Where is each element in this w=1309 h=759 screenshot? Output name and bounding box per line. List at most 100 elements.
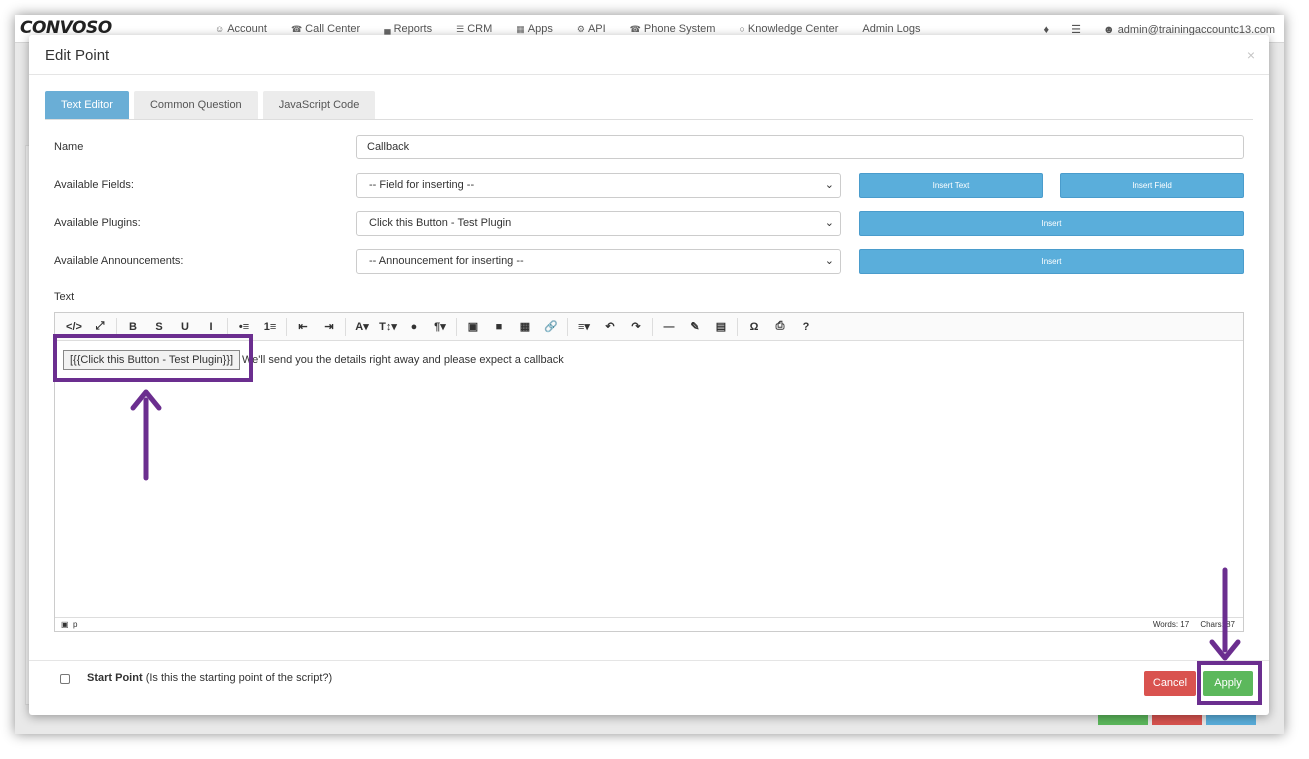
cancel-button[interactable]: Cancel [1144, 671, 1196, 696]
char-count: Chars: 87 [1200, 620, 1235, 629]
available-plugins-label: Available Plugins: [54, 217, 141, 229]
chevron-down-icon: ⌄ [824, 217, 834, 229]
available-fields-label: Available Fields: [54, 179, 134, 191]
insert-plugin-button[interactable]: Insert [859, 211, 1244, 236]
clear-format-icon[interactable]: ✎ [682, 320, 708, 333]
name-input[interactable]: Callback [356, 135, 1244, 159]
gear-icon: ⚙ [576, 23, 585, 34]
nav-item-apps[interactable]: ▦ Apps [516, 23, 553, 35]
table-icon[interactable]: ▦ [512, 320, 538, 333]
tab-common-question[interactable]: Common Question [133, 91, 258, 119]
toolbar-separator [286, 317, 287, 336]
start-point-checkbox[interactable] [60, 674, 70, 684]
apply-highlight-box [1197, 661, 1262, 705]
tab-text-editor[interactable]: Text Editor [45, 91, 129, 119]
status-path: ▣ p [61, 620, 78, 629]
nav-item-crm[interactable]: ☰ CRM [456, 23, 492, 35]
nav-label: Reports [393, 23, 433, 35]
plugins-select[interactable]: Click this Button - Test Plugin ⌄ [356, 211, 841, 236]
bullet-list-icon[interactable]: •≡ [231, 321, 257, 333]
user-icon: ☺ [215, 24, 225, 34]
fullscreen-icon[interactable]: ⤢ [87, 320, 113, 333]
bold-icon[interactable]: B [120, 321, 146, 333]
available-announcements-label: Available Announcements: [54, 255, 184, 267]
tab-javascript-code[interactable]: JavaScript Code [262, 91, 376, 119]
announcements-select[interactable]: -- Announcement for inserting -- ⌄ [356, 249, 841, 274]
indent-icon[interactable]: ⇥ [316, 320, 342, 333]
word-count: Words: 17 Chars: 87 [1152, 620, 1235, 629]
bar-chart-icon: ▄ [384, 24, 391, 34]
close-icon[interactable]: × [1247, 47, 1255, 63]
nav-label: API [587, 23, 606, 35]
grid-icon: ▦ [516, 23, 525, 34]
video-icon[interactable]: ■ [486, 321, 512, 333]
nav-item-admin-logs[interactable]: Admin Logs [862, 23, 920, 35]
announcements-select-value: -- Announcement for inserting -- [369, 255, 524, 267]
editor-content[interactable]: [{{Click this Button - Test Plugin}}] We… [55, 341, 1243, 617]
nav-label: Knowledge Center [747, 23, 839, 35]
font-color-icon[interactable]: A▾ [349, 320, 375, 333]
numbered-list-icon[interactable]: 1≡ [257, 321, 283, 333]
plugins-row: Available Plugins: Click this Button - T… [54, 211, 1244, 237]
modal-title: Edit Point [45, 47, 110, 64]
insert-announcement-button[interactable]: Insert [859, 249, 1244, 274]
editor-text: We'll send you the details right away an… [242, 354, 564, 366]
modal-footer: Start Point (Is this the starting point … [29, 660, 1269, 715]
nav-label: Account [227, 23, 267, 35]
lightbulb-icon: ○ [739, 24, 745, 34]
fields-row: Available Fields: -- Field for inserting… [54, 173, 1244, 199]
toolbar-separator [345, 317, 346, 336]
fields-select-value: -- Field for inserting -- [369, 179, 475, 191]
nav-item-reports[interactable]: ▄ Reports [384, 23, 432, 35]
special-char-icon[interactable]: Ω [741, 321, 767, 333]
tab-bar: Text Editor Common Question JavaScript C… [45, 91, 376, 119]
highlight-icon[interactable]: ● [401, 321, 427, 333]
nav-label: Apps [527, 23, 553, 35]
fields-select[interactable]: -- Field for inserting -- ⌄ [356, 173, 841, 198]
editor-statusbar: ▣ p Words: 17 Chars: 87 [55, 617, 1243, 631]
align-icon[interactable]: ≡▾ [571, 320, 597, 333]
horizontal-rule-icon[interactable]: — [656, 321, 682, 333]
help-icon[interactable]: ? [793, 321, 819, 333]
format-painter-icon[interactable]: ▤ [708, 320, 734, 333]
toolbar-separator [456, 317, 457, 336]
insert-field-button[interactable]: Insert Field [1060, 173, 1244, 198]
font-size-icon[interactable]: T↕▾ [375, 320, 401, 333]
nav-label: Phone System [643, 23, 716, 35]
text-label: Text [54, 291, 75, 303]
link-icon[interactable]: 🔗 [538, 320, 564, 333]
nav-item-api[interactable]: ⚙ API [577, 23, 606, 35]
modal-header: Edit Point × [29, 35, 1269, 75]
print-icon[interactable]: ⎙ [767, 320, 793, 333]
insert-text-button[interactable]: Insert Text [859, 173, 1043, 198]
chevron-down-icon: ⌄ [824, 179, 834, 191]
toolbar-separator [227, 317, 228, 336]
nav-label: Call Center [305, 23, 361, 35]
code-view-icon[interactable]: </> [61, 321, 87, 333]
list-icon: ☰ [456, 23, 465, 34]
strikethrough-icon[interactable]: S [146, 321, 172, 333]
nav-item-knowledge-center[interactable]: ○ Knowledge Center [739, 23, 838, 35]
name-label: Name [54, 141, 84, 153]
nav-item-phone-system[interactable]: ☎ Phone System [630, 23, 716, 35]
italic-icon[interactable]: I [198, 321, 224, 333]
nav-label: Admin Logs [862, 23, 921, 35]
underline-icon[interactable]: U [172, 321, 198, 333]
image-icon[interactable]: ▣ [460, 320, 486, 333]
tab-divider [45, 119, 1253, 120]
toolbar-separator [116, 317, 117, 336]
nav-label: CRM [467, 23, 493, 35]
toolbar-separator [652, 317, 653, 336]
paragraph-icon[interactable]: ¶▾ [427, 320, 453, 333]
undo-icon[interactable]: ↶ [597, 320, 623, 333]
announcements-row: Available Announcements: -- Announcement… [54, 249, 1244, 275]
toolbar-separator [737, 317, 738, 336]
nav-item-call-center[interactable]: ☎ Call Center [291, 23, 360, 35]
redo-icon[interactable]: ↷ [623, 320, 649, 333]
nav-item-account[interactable]: ☺ Account [215, 23, 267, 35]
bell-icon[interactable]: ♦ [1044, 24, 1050, 36]
phone-icon: ☎ [629, 23, 641, 34]
name-row: Name Callback [54, 135, 1244, 161]
user-menu[interactable]: ☻ admin@trainingaccountc13.com [1103, 24, 1275, 36]
outdent-icon[interactable]: ⇤ [290, 320, 316, 333]
